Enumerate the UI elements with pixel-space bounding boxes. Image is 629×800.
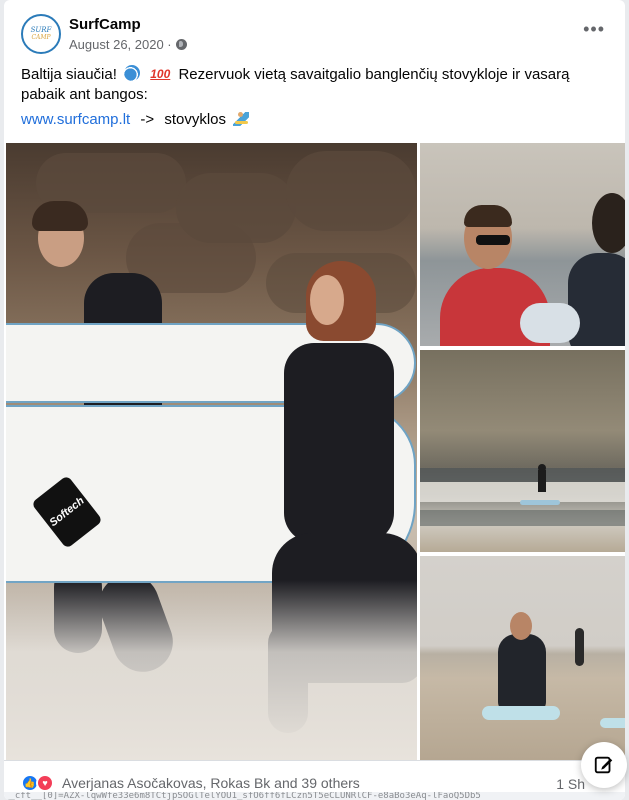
arrow-text: -> xyxy=(140,111,155,128)
photo-main[interactable]: Softech xyxy=(6,143,417,760)
link-suffix: stovyklos xyxy=(164,111,226,128)
edit-icon xyxy=(594,756,613,774)
post-card: SURF CAMP SurfCamp August 26, 2020 · •••… xyxy=(4,0,625,800)
post-date[interactable]: August 26, 2020 · xyxy=(69,37,172,52)
compose-button[interactable] xyxy=(581,742,627,788)
shares-count[interactable]: 1 Sh xyxy=(556,776,585,792)
author-name[interactable]: SurfCamp xyxy=(69,16,141,33)
love-reaction-icon: ♥ xyxy=(36,774,54,792)
url-strip: __cft__[0]=AZX-lqwWfe33e6m8TCtjpSOGlTelY… xyxy=(4,792,625,800)
wave-emoji-icon xyxy=(124,65,141,81)
hundred-emoji-icon: 100 xyxy=(150,67,171,81)
photo-middle-right[interactable] xyxy=(420,350,625,552)
post-meta: August 26, 2020 · xyxy=(69,37,187,52)
website-link[interactable]: www.surfcamp.lt xyxy=(21,111,130,128)
avatar[interactable]: SURF CAMP xyxy=(21,14,61,54)
avatar-text-top: SURF xyxy=(30,26,52,34)
post-text: Baltija siaučia! 100 Rezervuok vietą sav… xyxy=(21,64,611,105)
more-options-icon[interactable]: ••• xyxy=(583,20,605,38)
link-line: www.surfcamp.lt -> stovyklos xyxy=(21,111,250,128)
photo-bottom-right[interactable] xyxy=(420,556,625,760)
avatar-text-bottom: CAMP xyxy=(31,34,51,41)
reactors-text[interactable]: Averjanas Asočakovas, Rokas Bk and 39 ot… xyxy=(62,775,360,791)
post-header: SURF CAMP SurfCamp August 26, 2020 · ••• xyxy=(21,14,613,56)
photo-top-right[interactable] xyxy=(420,143,625,346)
globe-icon xyxy=(175,39,187,50)
post-text-part1: Baltija siaučia! xyxy=(21,66,117,83)
reactions-bar[interactable]: 👍 ♥ Averjanas Asočakovas, Rokas Bk and 3… xyxy=(21,774,360,792)
surfer-emoji-icon xyxy=(233,112,250,126)
